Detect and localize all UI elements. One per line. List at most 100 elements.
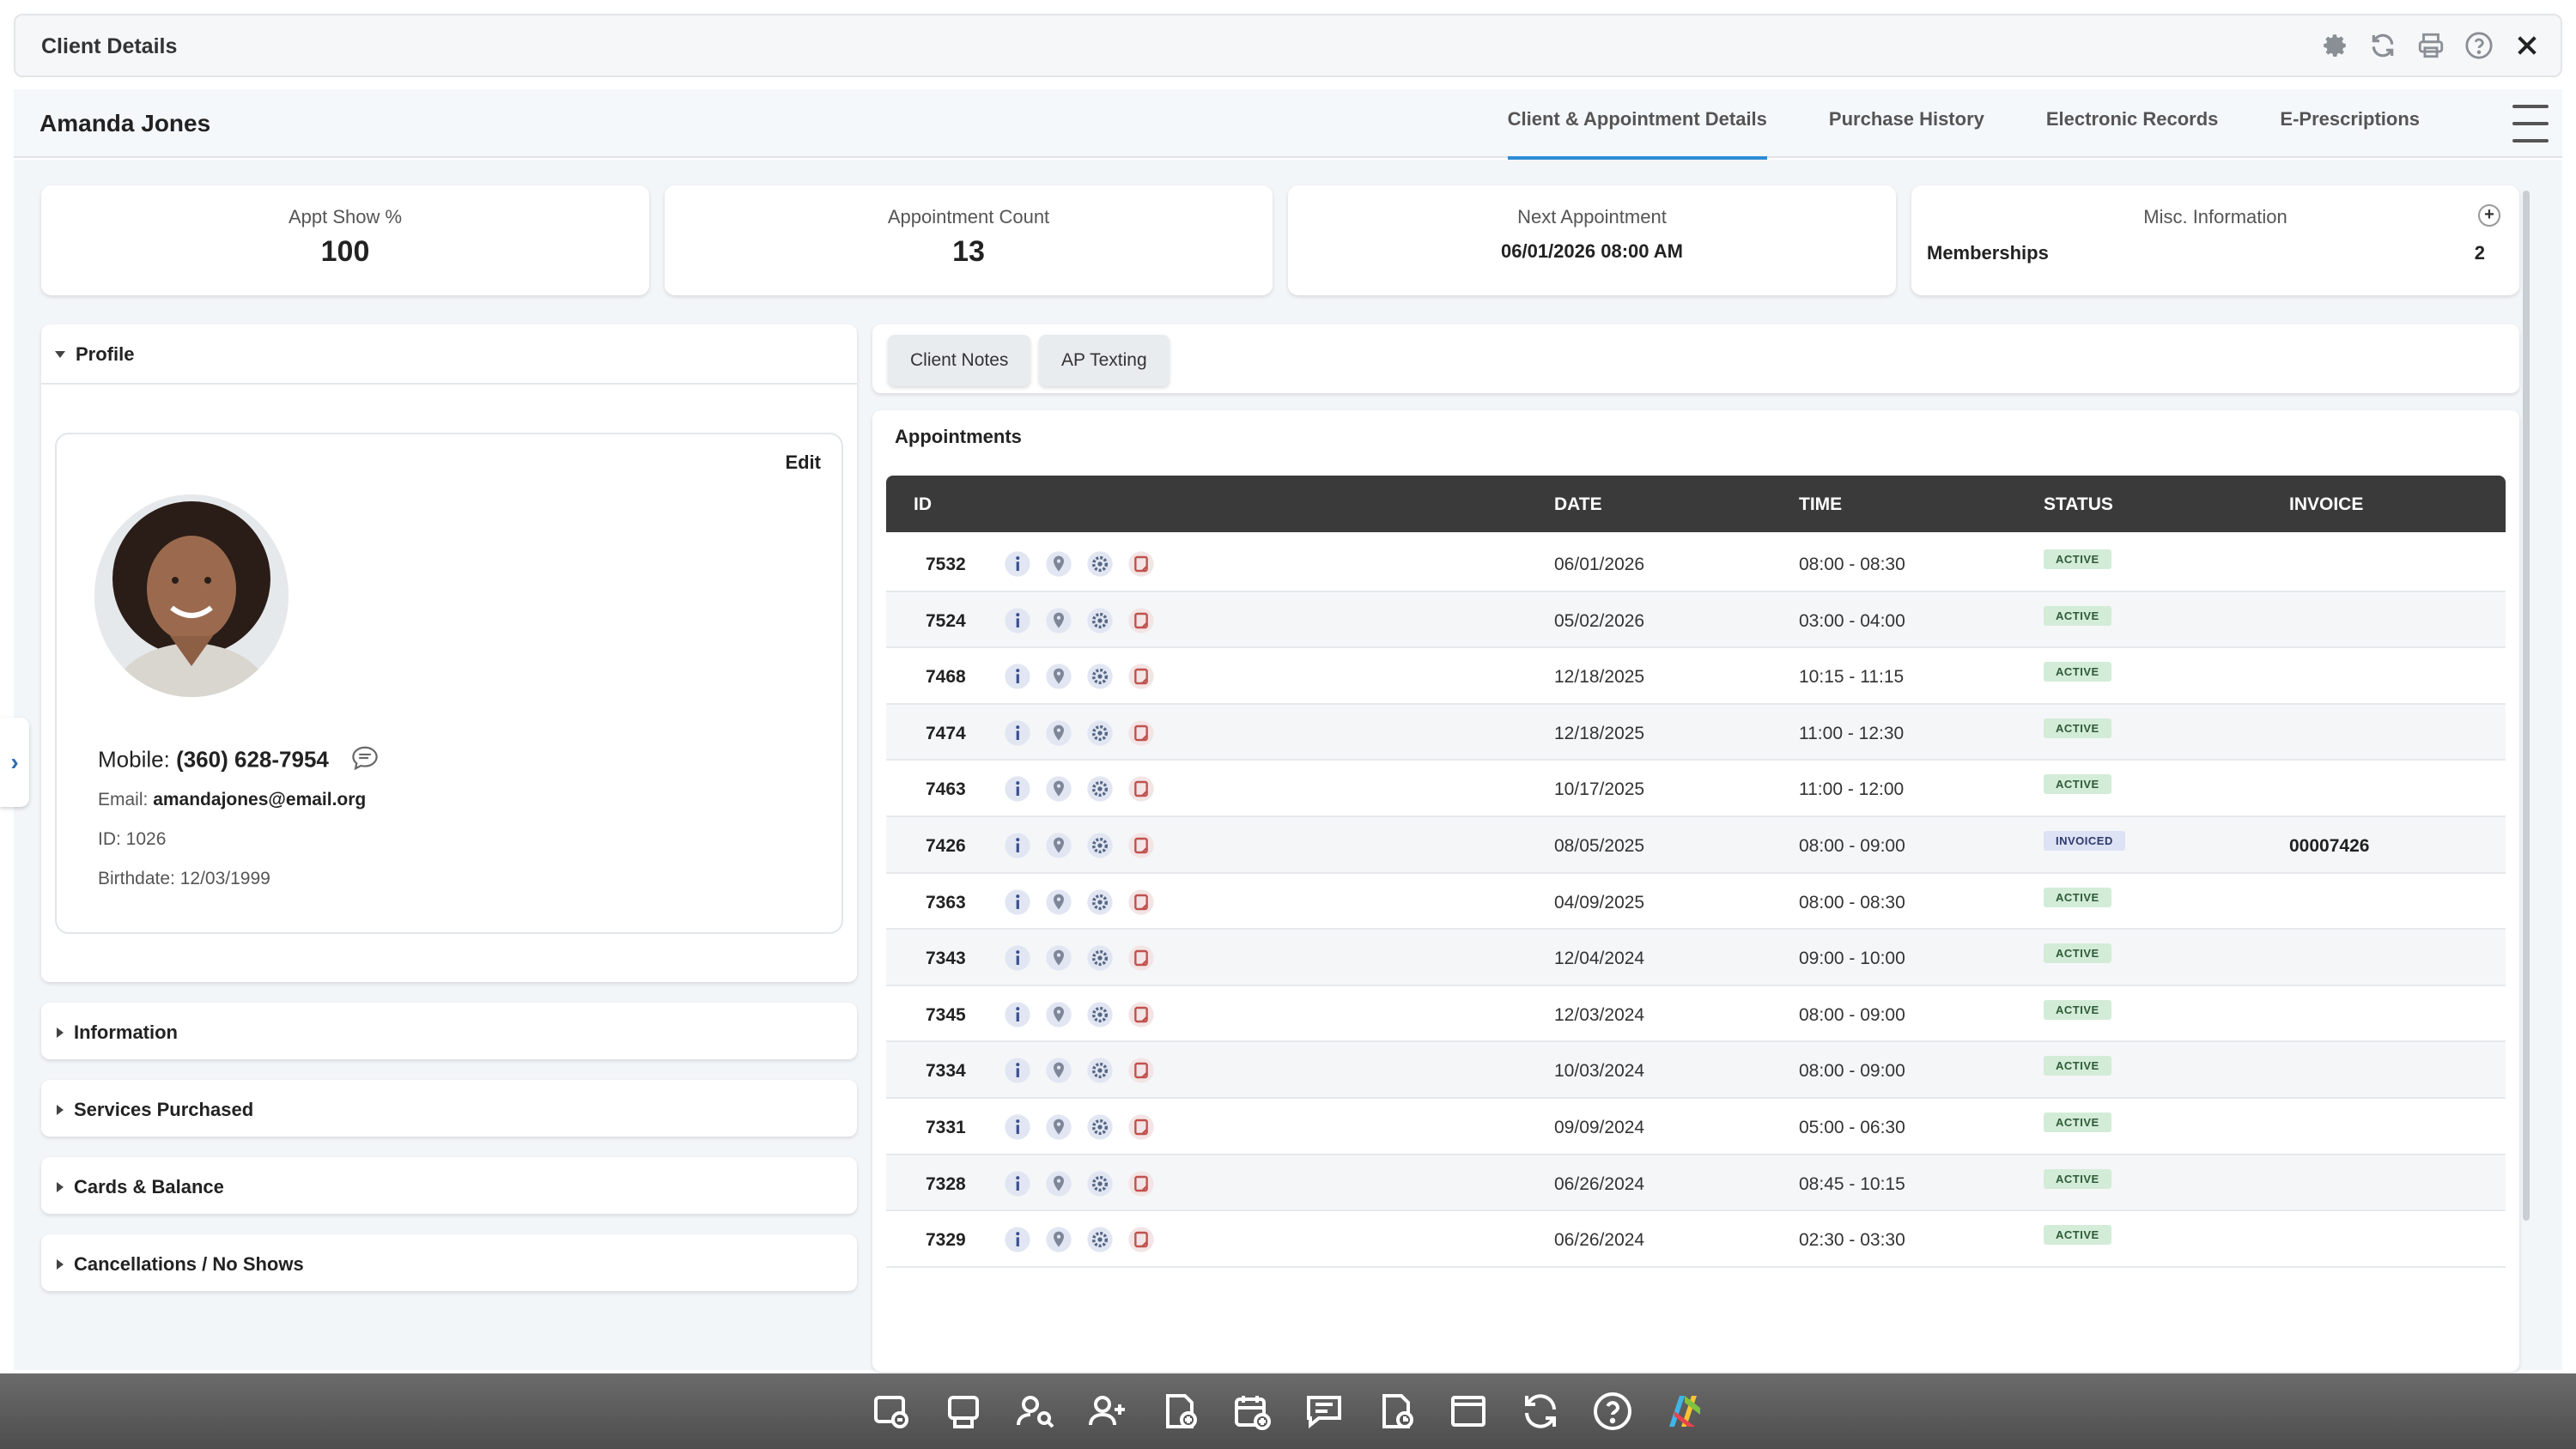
- note-icon[interactable]: [1127, 1000, 1156, 1029]
- location-icon[interactable]: [1044, 943, 1073, 973]
- client-search-icon[interactable]: [1012, 1388, 1059, 1434]
- tab-electronic-records[interactable]: Electronic Records: [2015, 89, 2250, 158]
- info-icon[interactable]: [1003, 831, 1032, 860]
- info-icon[interactable]: [1003, 718, 1032, 748]
- info-icon[interactable]: [1003, 549, 1032, 579]
- location-icon[interactable]: [1044, 1113, 1073, 1142]
- appt-id[interactable]: 7329: [926, 1230, 966, 1251]
- table-row[interactable]: 7468 12/18/2025 10:15 - 11:15 ACTIVE: [886, 648, 2506, 705]
- info-icon[interactable]: [1003, 943, 1032, 973]
- email-value[interactable]: amandajones@email.org: [153, 790, 366, 809]
- settings-icon[interactable]: [1085, 1113, 1115, 1142]
- note-icon[interactable]: [1127, 1169, 1156, 1198]
- note-icon[interactable]: [1127, 831, 1156, 860]
- section-cancellations[interactable]: Cancellations / No Shows: [41, 1234, 857, 1291]
- info-icon[interactable]: [1003, 1169, 1032, 1198]
- window-icon[interactable]: [1445, 1388, 1492, 1434]
- appt-id[interactable]: 7532: [926, 555, 966, 575]
- settings-icon[interactable]: [1085, 606, 1115, 635]
- table-row[interactable]: 7532 06/01/2026 08:00 - 08:30 ACTIVE: [886, 536, 2506, 592]
- add-appointment-icon[interactable]: [1229, 1388, 1275, 1434]
- location-icon[interactable]: [1044, 888, 1073, 917]
- note-icon[interactable]: [1127, 943, 1156, 973]
- checkin-icon[interactable]: [868, 1388, 914, 1434]
- note-icon[interactable]: [1127, 888, 1156, 917]
- location-icon[interactable]: [1044, 831, 1073, 860]
- client-notes-button[interactable]: Client Notes: [888, 335, 1031, 386]
- pos-icon[interactable]: [940, 1388, 987, 1434]
- table-row[interactable]: 7329 06/26/2024 02:30 - 03:30 ACTIVE: [886, 1211, 2506, 1268]
- col-date[interactable]: DATE: [1554, 494, 1602, 515]
- chat-icon[interactable]: [350, 745, 380, 777]
- settings-icon[interactable]: [1085, 662, 1115, 691]
- appt-id[interactable]: 7334: [926, 1061, 966, 1082]
- tab-e-prescriptions[interactable]: E-Prescriptions: [2249, 89, 2451, 158]
- help-icon[interactable]: [1589, 1388, 1636, 1434]
- location-icon[interactable]: [1044, 606, 1073, 635]
- note-icon[interactable]: [1127, 1113, 1156, 1142]
- add-misc-button[interactable]: +: [2478, 204, 2500, 227]
- help-icon[interactable]: [2463, 29, 2495, 62]
- menu-icon[interactable]: [2512, 105, 2549, 142]
- side-panel-toggle[interactable]: ›: [0, 718, 29, 807]
- refresh-icon[interactable]: [2366, 29, 2399, 62]
- gear-icon[interactable]: [2318, 29, 2351, 62]
- location-icon[interactable]: [1044, 1225, 1073, 1254]
- location-icon[interactable]: [1044, 718, 1073, 748]
- edit-profile-button[interactable]: Edit: [785, 452, 821, 474]
- tab-purchase-history[interactable]: Purchase History: [1798, 89, 2015, 158]
- appt-id[interactable]: 7426: [926, 836, 966, 857]
- table-row[interactable]: 7334 10/03/2024 08:00 - 09:00 ACTIVE: [886, 1042, 2506, 1099]
- table-row[interactable]: 7474 12/18/2025 11:00 - 12:30 ACTIVE: [886, 704, 2506, 761]
- col-id[interactable]: ID: [914, 494, 932, 515]
- note-icon[interactable]: [1127, 606, 1156, 635]
- app-logo-icon[interactable]: [1662, 1388, 1708, 1434]
- info-icon[interactable]: [1003, 888, 1032, 917]
- appt-id[interactable]: 7524: [926, 611, 966, 632]
- col-invoice[interactable]: INVOICE: [2289, 494, 2363, 515]
- appt-id[interactable]: 7363: [926, 893, 966, 913]
- table-row[interactable]: 7426 08/05/2025 08:00 - 09:00 INVOICED 00007…: [886, 816, 2506, 874]
- col-time[interactable]: TIME: [1799, 494, 1842, 515]
- table-row[interactable]: 7524 05/02/2026 03:00 - 04:00 ACTIVE: [886, 591, 2506, 649]
- profile-section-header[interactable]: Profile: [55, 343, 134, 366]
- settings-icon[interactable]: [1085, 831, 1115, 860]
- print-icon[interactable]: [2415, 29, 2447, 62]
- appt-id[interactable]: 7474: [926, 724, 966, 744]
- table-row[interactable]: 7463 10/17/2025 11:00 - 12:00 ACTIVE: [886, 761, 2506, 817]
- add-client-icon[interactable]: [1084, 1388, 1131, 1434]
- location-icon[interactable]: [1044, 1056, 1073, 1085]
- appt-id[interactable]: 7331: [926, 1118, 966, 1138]
- appt-id[interactable]: 7343: [926, 949, 966, 969]
- section-cards-balance[interactable]: Cards & Balance: [41, 1157, 857, 1214]
- info-icon[interactable]: [1003, 1056, 1032, 1085]
- location-icon[interactable]: [1044, 774, 1073, 803]
- settings-icon[interactable]: [1085, 1225, 1115, 1254]
- section-information[interactable]: Information: [41, 1003, 857, 1059]
- info-icon[interactable]: [1003, 606, 1032, 635]
- ap-texting-button[interactable]: AP Texting: [1039, 335, 1170, 386]
- appt-id[interactable]: 7328: [926, 1174, 966, 1195]
- note-icon[interactable]: [1127, 1225, 1156, 1254]
- note-icon[interactable]: [1127, 718, 1156, 748]
- settings-icon[interactable]: [1085, 1000, 1115, 1029]
- table-row[interactable]: 7343 12/04/2024 09:00 - 10:00 ACTIVE: [886, 930, 2506, 986]
- settings-icon[interactable]: [1085, 888, 1115, 917]
- table-row[interactable]: 7331 09/09/2024 05:00 - 06:30 ACTIVE: [886, 1099, 2506, 1155]
- location-icon[interactable]: [1044, 662, 1073, 691]
- info-icon[interactable]: [1003, 662, 1032, 691]
- info-icon[interactable]: [1003, 1113, 1032, 1142]
- schedule-report-icon[interactable]: [1373, 1388, 1419, 1434]
- info-icon[interactable]: [1003, 774, 1032, 803]
- note-icon[interactable]: [1127, 662, 1156, 691]
- mobile-value[interactable]: (360) 628-7954: [176, 746, 329, 772]
- settings-icon[interactable]: [1085, 718, 1115, 748]
- location-icon[interactable]: [1044, 1169, 1073, 1198]
- settings-icon[interactable]: [1085, 774, 1115, 803]
- info-icon[interactable]: [1003, 1000, 1032, 1029]
- memberships-label[interactable]: Memberships: [1927, 242, 2049, 264]
- settings-icon[interactable]: [1085, 1169, 1115, 1198]
- note-icon[interactable]: [1127, 549, 1156, 579]
- note-icon[interactable]: [1127, 774, 1156, 803]
- close-icon[interactable]: [2511, 29, 2543, 62]
